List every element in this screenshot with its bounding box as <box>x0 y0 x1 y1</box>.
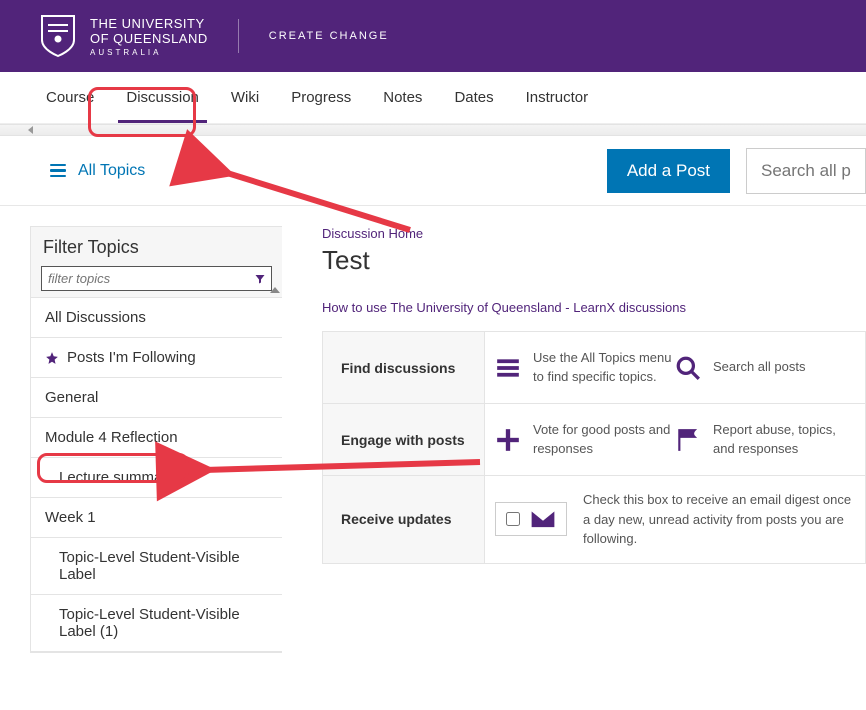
tab-wiki[interactable]: Wiki <box>215 73 275 122</box>
help-search-text: Search all posts <box>713 358 806 376</box>
search-input[interactable] <box>746 148 866 194</box>
horizontal-scroll-hint[interactable] <box>0 124 866 136</box>
plus-icon <box>495 427 521 453</box>
discussion-main: Discussion Home Test How to use The Univ… <box>282 226 866 653</box>
tab-course[interactable]: Course <box>30 73 110 122</box>
help-vote-text: Vote for good posts and responses <box>533 421 675 457</box>
shield-icon <box>40 14 76 58</box>
logo: THE UNIVERSITY OF QUEENSLAND AUSTRALIA C… <box>40 14 389 58</box>
breadcrumb: Discussion Home <box>322 226 866 241</box>
course-tabs: Course Discussion Wiki Progress Notes Da… <box>0 72 866 124</box>
topic-list: All Discussions Posts I'm Following Gene… <box>31 297 282 652</box>
filter-topics-heading: Filter Topics <box>31 227 282 266</box>
uni-name-2: OF QUEENSLAND <box>90 31 208 46</box>
scroll-up-icon <box>270 287 280 293</box>
help-table: Find discussions Use the All Topics menu… <box>322 331 866 564</box>
menu-icon[interactable] <box>50 164 66 178</box>
topic-student-label-1[interactable]: Topic-Level Student-Visible Label (1) <box>31 595 282 652</box>
discussion-toolbar: All Topics Add a Post <box>0 136 866 206</box>
uni-name-1: THE UNIVERSITY <box>90 16 208 31</box>
tab-discussion[interactable]: Discussion <box>110 73 215 122</box>
app-header: THE UNIVERSITY OF QUEENSLAND AUSTRALIA C… <box>0 0 866 72</box>
topic-general[interactable]: General <box>31 378 282 418</box>
help-row-engage: Engage with posts Vote for good posts an… <box>323 404 865 476</box>
help-label-engage: Engage with posts <box>323 404 485 475</box>
topic-lecture-summary[interactable]: Lecture summary <box>31 458 282 498</box>
topic-posts-following[interactable]: Posts I'm Following <box>31 338 282 378</box>
help-label-find: Find discussions <box>323 332 485 403</box>
howto-text: How to use The University of Queensland … <box>322 300 866 315</box>
email-digest-checkbox[interactable] <box>506 512 520 526</box>
help-row-updates: Receive updates Check this box to receiv… <box>323 476 865 563</box>
tagline: CREATE CHANGE <box>269 30 389 42</box>
topic-student-label[interactable]: Topic-Level Student-Visible Label <box>31 538 282 595</box>
filter-icon[interactable] <box>254 272 266 284</box>
help-report-text: Report abuse, topics, and responses <box>713 421 855 457</box>
tab-notes[interactable]: Notes <box>367 73 438 122</box>
page-title: Test <box>322 245 866 276</box>
list-icon <box>495 355 521 381</box>
chevron-left-icon <box>28 126 33 134</box>
add-post-button[interactable]: Add a Post <box>607 149 730 193</box>
filter-topics-input[interactable] <box>41 266 272 291</box>
all-topics-link[interactable]: All Topics <box>78 162 145 180</box>
uni-country: AUSTRALIA <box>90 48 208 57</box>
star-icon <box>45 351 59 365</box>
tab-instructor[interactable]: Instructor <box>510 73 605 122</box>
header-divider <box>238 19 239 53</box>
topic-week-1[interactable]: Week 1 <box>31 498 282 538</box>
flag-icon <box>675 427 701 453</box>
help-find-text: Use the All Topics menu to find specific… <box>533 349 675 385</box>
search-icon <box>675 355 701 381</box>
tab-dates[interactable]: Dates <box>438 73 509 122</box>
tab-progress[interactable]: Progress <box>275 73 367 122</box>
topics-sidebar: Filter Topics All Discussions Posts I'm … <box>30 226 282 653</box>
email-digest-toggle[interactable] <box>495 502 567 536</box>
help-row-find: Find discussions Use the All Topics menu… <box>323 332 865 404</box>
help-updates-text: Check this box to receive an email diges… <box>583 490 855 549</box>
envelope-icon <box>530 509 556 529</box>
topic-module-4-reflection[interactable]: Module 4 Reflection <box>31 418 282 458</box>
topic-all-discussions[interactable]: All Discussions <box>31 297 282 338</box>
help-label-updates: Receive updates <box>323 476 485 563</box>
